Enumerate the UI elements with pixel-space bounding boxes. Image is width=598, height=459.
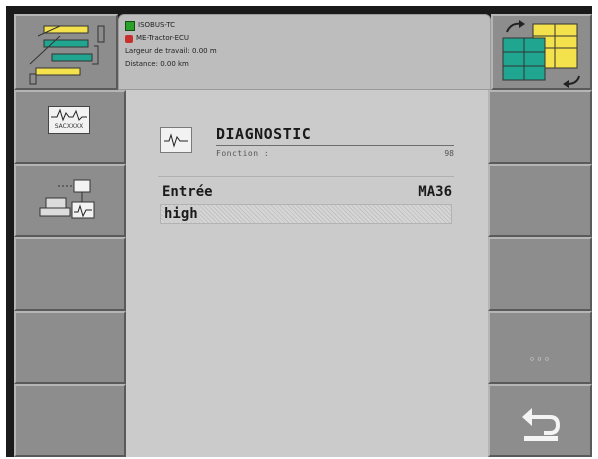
connection-text: ISOBUS-TC [138, 21, 176, 29]
divider [158, 176, 454, 177]
back-softkey[interactable] [488, 384, 592, 457]
more-icon: ◦◦◦ [528, 353, 552, 366]
empty-softkey-3[interactable] [14, 237, 126, 311]
empty-softkey-4[interactable] [14, 311, 126, 384]
io-test-icon [39, 179, 95, 219]
page-title: DIAGNOSTIC [216, 125, 312, 143]
function-value: 98 [444, 149, 454, 158]
tractor-icon [125, 34, 133, 43]
title-underline [216, 145, 454, 146]
diagnostic-softkey-label: SACXXXX [54, 123, 84, 130]
ecu-text: ME-Tractor-ECU [136, 34, 190, 42]
function-label: Fonction : [216, 149, 270, 158]
diagnostic-icon: SACXXXX [48, 106, 90, 134]
section-control-icon [29, 25, 105, 85]
empty-softkey-r2[interactable] [488, 164, 592, 237]
isobus-connected-icon [125, 20, 135, 31]
mode-switch-button[interactable] [491, 14, 592, 90]
empty-softkey-r3[interactable] [488, 237, 592, 311]
status-header: ISOBUS-TC ME-Tractor-ECU Largeur de trav… [118, 14, 491, 90]
working-width-text: Largeur de travail: 0.00 m [125, 47, 217, 55]
empty-softkey-5[interactable] [14, 384, 126, 457]
section-control-button[interactable] [14, 14, 118, 90]
entry-label: Entrée [162, 184, 213, 200]
back-icon [522, 408, 561, 441]
empty-softkey-r1[interactable] [488, 90, 592, 164]
switch-mode-icon [502, 20, 580, 88]
entry-value: MA36 [418, 184, 452, 200]
diagnostic-softkey[interactable]: SACXXXX [14, 90, 126, 164]
io-test-softkey[interactable] [14, 164, 126, 237]
input-state-field: high [160, 204, 452, 224]
diagnostic-title-icon [160, 127, 192, 153]
input-state-value: high [164, 206, 200, 222]
distance-text: Distance: 0.00 km [125, 60, 189, 68]
more-softkey[interactable]: ◦◦◦ [488, 311, 592, 384]
